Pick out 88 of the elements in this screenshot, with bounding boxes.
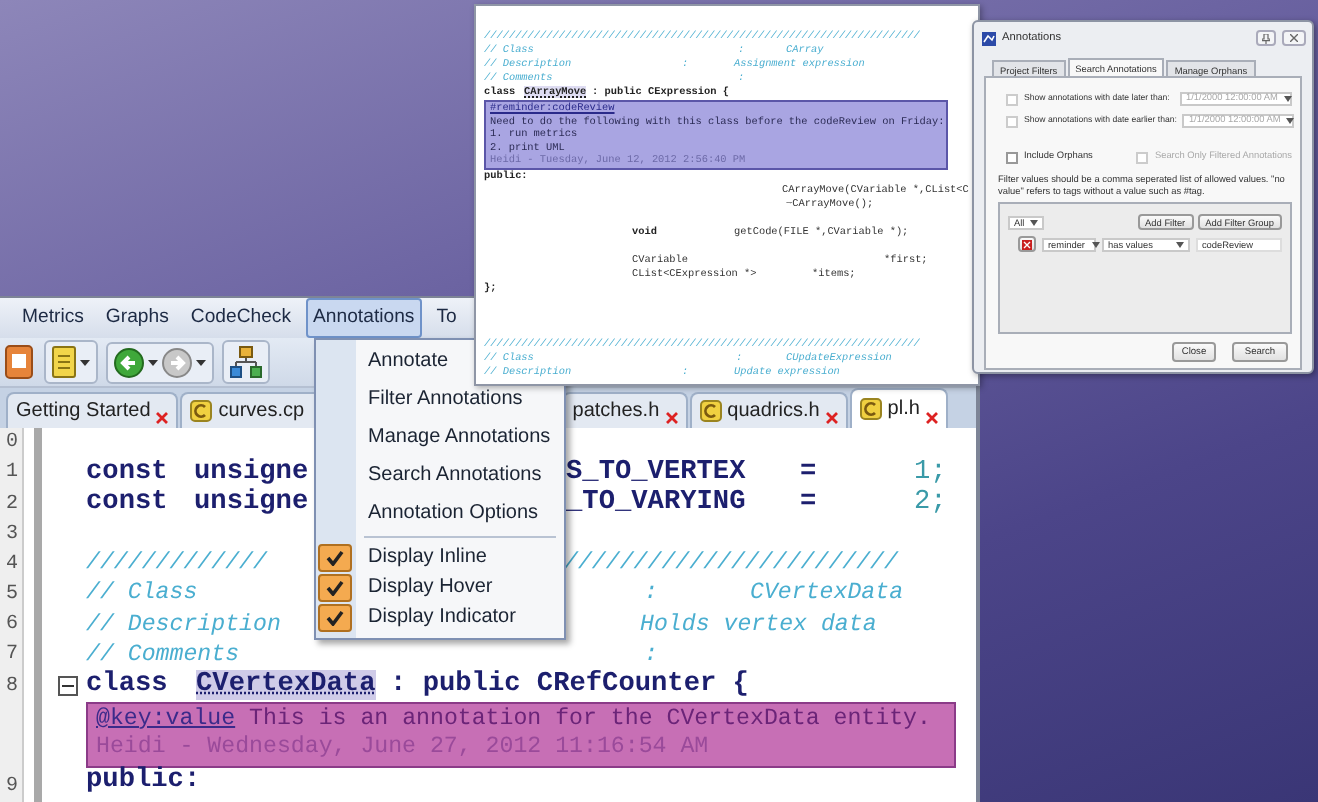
code-text: unsigne xyxy=(194,457,309,488)
back-icon[interactable] xyxy=(114,347,144,378)
code-text: _TO_VARYING xyxy=(566,487,746,518)
tab-label: pl.h xyxy=(887,396,920,425)
checkbox[interactable] xyxy=(1006,151,1018,163)
close-icon[interactable] xyxy=(825,412,838,425)
caret-icon xyxy=(1283,96,1292,102)
line-number: 6 xyxy=(3,612,20,641)
code-comment: : xyxy=(644,641,658,668)
code-text: unsigne xyxy=(194,487,309,518)
hierarchy-icon[interactable] xyxy=(230,346,262,379)
code-comment: CVertexData xyxy=(750,580,904,607)
code-text: = xyxy=(800,457,817,488)
menu-option[interactable]: Manage Annotations xyxy=(368,420,551,454)
caret-icon[interactable] xyxy=(148,359,158,366)
file-icon xyxy=(699,400,722,423)
line-number: 3 xyxy=(3,521,20,550)
tab-label: patches.h xyxy=(572,398,660,427)
menu-item[interactable]: CodeCheck xyxy=(182,298,300,339)
code-text: = xyxy=(800,487,817,518)
caret-icon xyxy=(1175,241,1184,248)
file-icon xyxy=(190,400,213,423)
close-icon xyxy=(1290,34,1298,42)
code-number: 2; xyxy=(914,487,947,518)
close-icon[interactable] xyxy=(925,412,938,425)
pin-icon xyxy=(1262,33,1270,43)
file-tab[interactable]: Getting Started xyxy=(6,392,179,429)
close-icon xyxy=(1022,239,1032,250)
menu-item[interactable]: Graphs xyxy=(97,298,177,339)
file-tab[interactable]: quadrics.h xyxy=(689,392,848,429)
tab-label: curves.cp xyxy=(218,398,305,427)
fold-toggle[interactable] xyxy=(58,675,78,696)
code-comment: // Comments xyxy=(86,641,240,668)
code-comment: // Class xyxy=(86,580,198,607)
caret-icon xyxy=(1091,241,1099,248)
line-number: 5 xyxy=(3,582,20,611)
close-icon[interactable] xyxy=(156,412,169,425)
code-text: class xyxy=(86,670,168,701)
file-tab[interactable]: pl.h xyxy=(849,388,948,429)
menu-option[interactable]: Display Hover xyxy=(368,572,493,602)
caret-icon xyxy=(1286,118,1295,124)
menu-item[interactable]: To xyxy=(428,298,465,339)
code-comment: : xyxy=(644,580,658,607)
menu-option[interactable]: Search Annotations xyxy=(368,458,542,492)
menu-checkbox[interactable] xyxy=(318,573,352,601)
annotation-text: This is an annotation for the CVertexData entity. xyxy=(247,705,931,732)
caret-icon xyxy=(1030,219,1039,226)
code-number: 1; xyxy=(914,457,947,488)
notepad-icon[interactable] xyxy=(52,346,76,379)
document-icon[interactable] xyxy=(4,344,36,381)
line-number: 2 xyxy=(3,491,20,519)
menu-option[interactable]: Display Indicator xyxy=(368,602,516,632)
close-button[interactable] xyxy=(1282,30,1306,46)
caret-icon[interactable] xyxy=(196,359,206,366)
pin-button[interactable] xyxy=(1256,30,1276,46)
app-icon xyxy=(982,31,996,45)
code-text: S_TO_VERTEX xyxy=(566,457,746,488)
minus-icon xyxy=(62,679,74,692)
menu-checkbox[interactable] xyxy=(318,543,352,571)
code-text: const xyxy=(86,487,168,518)
highlighted-identifier: CVertexData xyxy=(196,670,376,701)
code-comment: ///////////// xyxy=(86,550,267,577)
tab-label: quadrics.h xyxy=(727,398,820,427)
code-text: : public CRefCounter { xyxy=(390,670,749,701)
line-number: 1 xyxy=(3,460,20,489)
line-number: 4 xyxy=(3,551,20,580)
menu-item[interactable]: Metrics xyxy=(14,298,92,339)
menu-option[interactable]: Annotation Options xyxy=(368,496,539,530)
menu-option[interactable]: Display Inline xyxy=(368,542,487,572)
menu-checkbox[interactable] xyxy=(318,603,352,631)
line-number: 9 xyxy=(3,773,20,802)
remove-filter-button[interactable] xyxy=(1018,236,1036,253)
close-icon[interactable] xyxy=(665,412,678,425)
menu-option[interactable]: Annotate xyxy=(368,344,449,378)
line-number: 7 xyxy=(3,642,20,671)
file-icon xyxy=(859,398,882,421)
menu-option[interactable]: Filter Annotations xyxy=(368,382,523,416)
line-number: 0 xyxy=(3,430,20,459)
code-comment: Holds vertex data xyxy=(640,611,877,638)
code-comment: //////////////////////// xyxy=(564,550,898,577)
line-number: 8 xyxy=(3,673,20,702)
caret-icon[interactable] xyxy=(80,359,90,366)
menu-item[interactable]: Annotations xyxy=(305,298,423,339)
code-text: public: xyxy=(86,766,201,797)
code-comment: // Description xyxy=(86,611,281,638)
code-text: const xyxy=(86,457,168,488)
file-tab[interactable]: patches.h xyxy=(562,392,688,429)
tab-label: Getting Started xyxy=(16,398,151,427)
